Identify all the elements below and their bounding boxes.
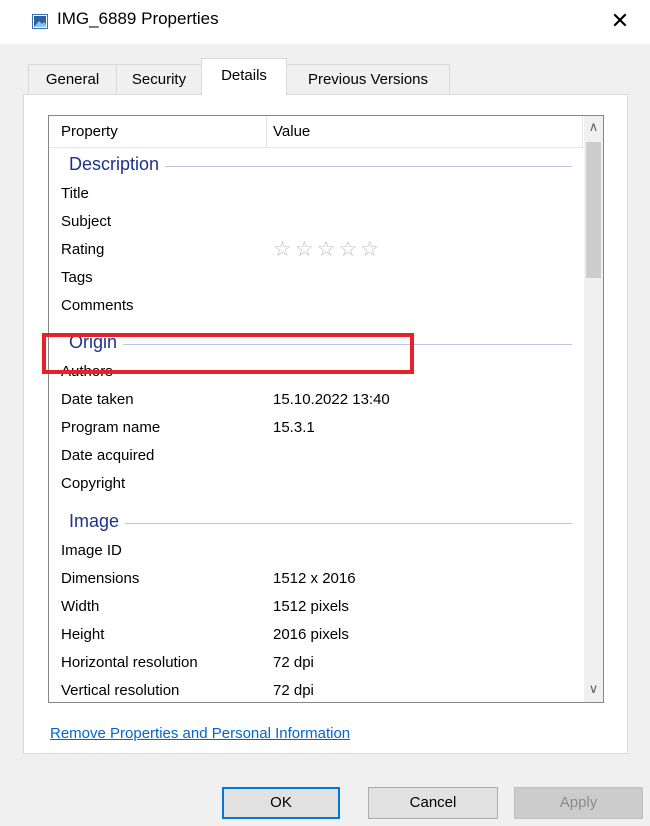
list-item[interactable]: Comments bbox=[49, 292, 584, 320]
property-value: 72 dpi bbox=[273, 682, 314, 699]
list-item-date-taken[interactable]: Date taken 15.10.2022 13:40 bbox=[49, 386, 584, 414]
scroll-down-button[interactable]: ∨ bbox=[584, 678, 603, 702]
vertical-scrollbar[interactable]: ∧ ∨ bbox=[584, 116, 603, 702]
property-name: Vertical resolution bbox=[61, 682, 180, 699]
remove-properties-link[interactable]: Remove Properties and Personal Informati… bbox=[50, 725, 350, 742]
list-item[interactable]: Horizontal resolution 72 dpi bbox=[49, 649, 584, 677]
property-value: 15.10.2022 13:40 bbox=[273, 391, 390, 408]
list-item[interactable]: Dimensions 1512 x 2016 bbox=[49, 565, 584, 593]
list-item[interactable]: Rating ☆☆☆☆☆ bbox=[49, 236, 584, 264]
property-name: Subject bbox=[61, 213, 112, 230]
group-image: Image bbox=[49, 507, 584, 537]
property-name: Horizontal resolution bbox=[61, 654, 198, 671]
highlight-box bbox=[42, 333, 414, 374]
scroll-up-button[interactable]: ∧ bbox=[584, 116, 603, 140]
chevron-up-icon: ∧ bbox=[588, 120, 599, 135]
list-item[interactable]: Vertical resolution 72 dpi bbox=[49, 677, 584, 702]
window-title: IMG_6889 Properties bbox=[57, 9, 219, 28]
property-name: Image ID bbox=[61, 542, 122, 559]
dialog-client: General Security Details Previous Versio… bbox=[0, 44, 650, 826]
group-label: Description bbox=[69, 154, 166, 175]
property-name: Height bbox=[61, 626, 105, 643]
list-item[interactable]: Height 2016 pixels bbox=[49, 621, 584, 649]
scroll-thumb[interactable] bbox=[586, 142, 601, 278]
property-value: 1512 pixels bbox=[273, 598, 349, 615]
chevron-down-icon: ∨ bbox=[588, 682, 599, 697]
close-icon: ✕ bbox=[610, 9, 630, 34]
list-item[interactable]: Copyright bbox=[49, 470, 584, 498]
group-divider bbox=[69, 523, 572, 524]
property-name: Date taken bbox=[61, 391, 134, 408]
property-value: 72 dpi bbox=[273, 654, 314, 671]
column-header-value[interactable]: Value bbox=[273, 123, 310, 140]
ok-button[interactable]: OK bbox=[222, 787, 340, 819]
group-description: Description bbox=[49, 150, 584, 180]
list-item[interactable]: Program name 15.3.1 bbox=[49, 414, 584, 442]
list-header: Property Value bbox=[49, 116, 584, 148]
list-item[interactable]: Date acquired bbox=[49, 442, 584, 470]
cancel-button[interactable]: Cancel bbox=[368, 787, 498, 819]
details-panel: Property Value Description Title Subject… bbox=[23, 94, 628, 754]
list-item[interactable]: Tags bbox=[49, 264, 584, 292]
group-label: Image bbox=[69, 511, 126, 532]
close-button[interactable]: ✕ bbox=[596, 4, 644, 40]
list-item[interactable]: Subject bbox=[49, 208, 584, 236]
tab-details[interactable]: Details bbox=[201, 58, 287, 95]
title-bar: IMG_6889 Properties ✕ bbox=[0, 0, 650, 44]
rating-stars-icon[interactable]: ☆☆☆☆☆ bbox=[273, 237, 382, 261]
column-divider[interactable] bbox=[266, 116, 267, 147]
property-name: Title bbox=[61, 185, 89, 202]
property-name: Date acquired bbox=[61, 447, 155, 464]
property-name: Copyright bbox=[61, 475, 126, 492]
list-item[interactable]: Image ID bbox=[49, 537, 584, 565]
tab-general[interactable]: General bbox=[28, 64, 117, 94]
property-value: 2016 pixels bbox=[273, 626, 349, 643]
list-item[interactable]: Width 1512 pixels bbox=[49, 593, 584, 621]
property-name: Width bbox=[61, 598, 100, 615]
list-item[interactable]: Title bbox=[49, 180, 584, 208]
property-name: Program name bbox=[61, 419, 161, 436]
tab-security[interactable]: Security bbox=[116, 64, 202, 94]
image-file-icon bbox=[32, 14, 48, 29]
tab-previous-versions[interactable]: Previous Versions bbox=[286, 64, 450, 94]
column-divider[interactable] bbox=[582, 116, 583, 147]
apply-button[interactable]: Apply bbox=[514, 787, 643, 819]
property-name: Comments bbox=[61, 297, 134, 314]
property-name: Dimensions bbox=[61, 570, 140, 587]
property-name: Rating bbox=[61, 241, 105, 258]
property-value: 15.3.1 bbox=[273, 419, 315, 436]
properties-list[interactable]: Property Value Description Title Subject… bbox=[48, 115, 604, 703]
property-value: 1512 x 2016 bbox=[273, 570, 356, 587]
property-name: Tags bbox=[61, 269, 93, 286]
column-header-property[interactable]: Property bbox=[61, 123, 118, 140]
